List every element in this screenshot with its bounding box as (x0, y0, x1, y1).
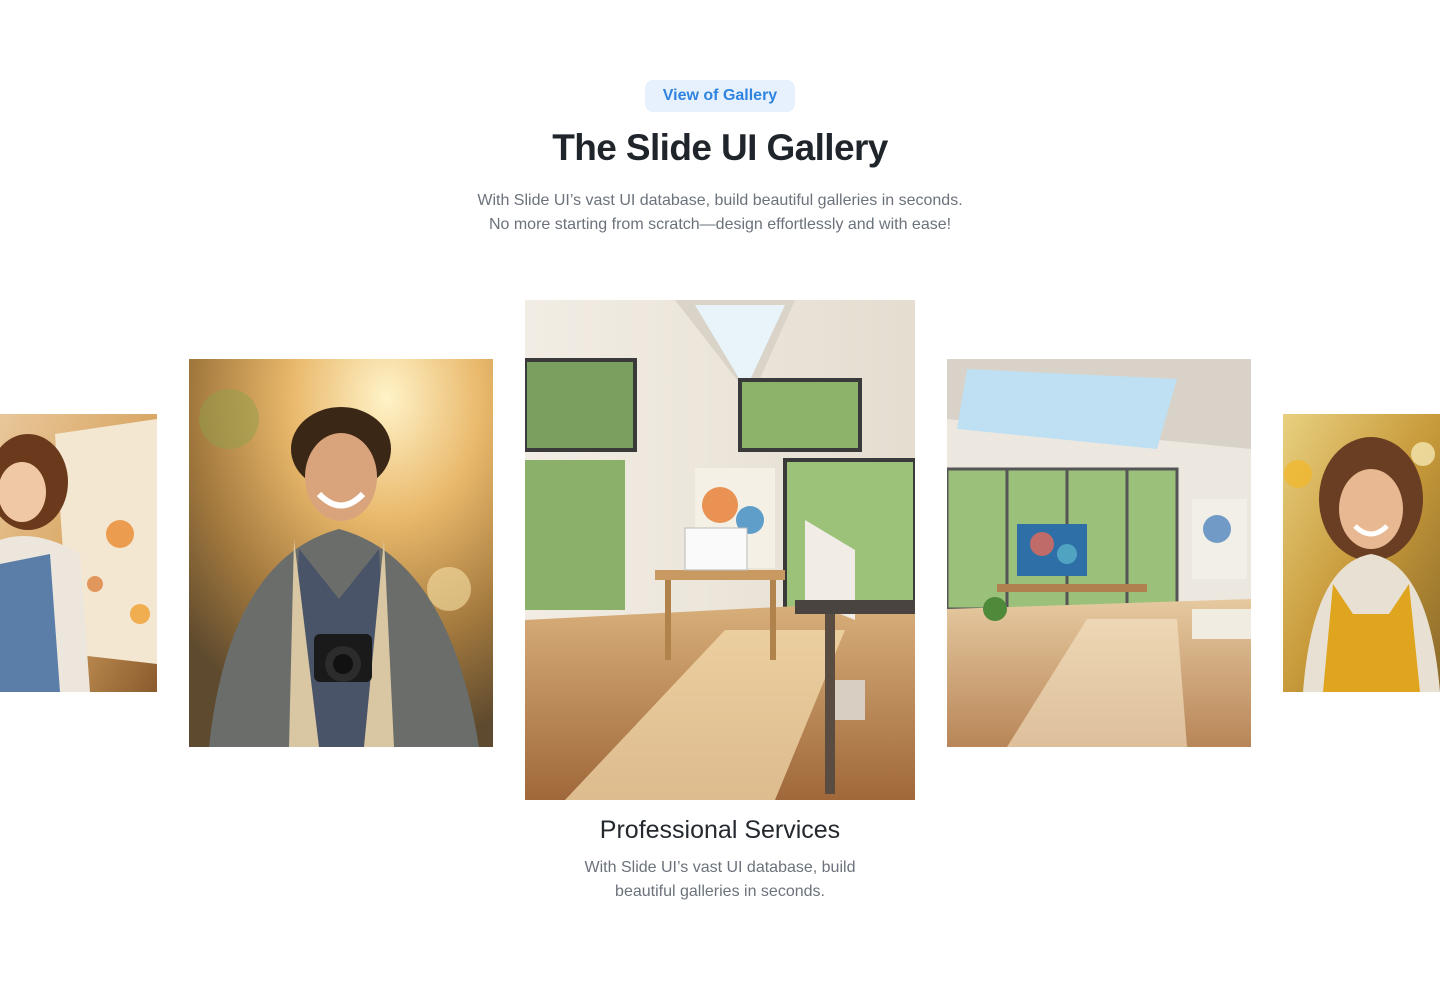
smiling-woman-in-yellow-overalls-photo (1283, 414, 1440, 692)
page-title: The Slide UI Gallery (552, 127, 888, 168)
gallery-badge[interactable]: View of Gallery (645, 80, 795, 112)
slide-caption-title: Professional Services (599, 816, 841, 844)
page-subtitle: With Slide UI’s vast UI database, build … (0, 189, 1440, 237)
slide-caption-text: With Slide UI’s vast UI database, build … (584, 859, 856, 900)
smiling-man-with-camera-photo (189, 359, 493, 747)
subtitle-line-1: With Slide UI’s vast UI database, build … (477, 192, 963, 209)
subtitle-line-2: No more starting from scratch—design eff… (488, 216, 952, 233)
gallery-slide-3[interactable] (525, 300, 915, 800)
gallery-slide-5[interactable] (1283, 414, 1440, 692)
sunlit-art-studio-photo (525, 300, 915, 800)
art-studio-with-skylights-photo (947, 359, 1251, 747)
woman-painter-at-easel-photo (0, 414, 157, 692)
gallery-slide-2[interactable] (189, 359, 493, 747)
gallery-slide-4[interactable] (947, 359, 1251, 747)
gallery-slide-1[interactable] (0, 414, 157, 692)
